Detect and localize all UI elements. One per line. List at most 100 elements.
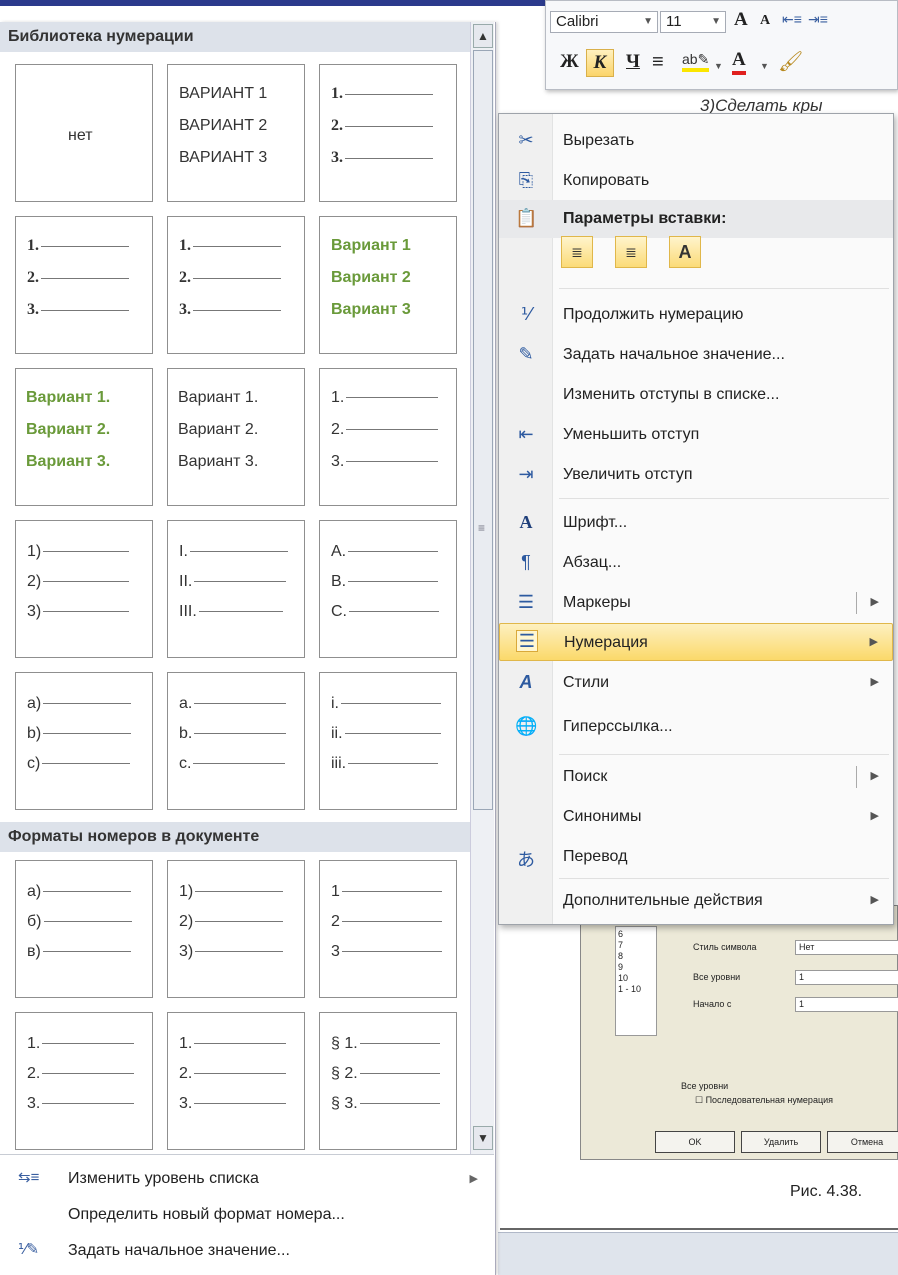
chevron-down-icon[interactable]: ▼: [760, 61, 769, 71]
decrease-indent-icon[interactable]: ⇤≡: [782, 11, 802, 28]
paragraph-icon: ¶: [521, 552, 531, 572]
menu-item-decrease-indent[interactable]: ⇤ Уменьшить отступ: [499, 416, 893, 454]
numbering-gallery: Библиотека нумерации нет ВАРИАНТ 1 ВАРИА…: [0, 22, 496, 1275]
menu-item-set-start-value[interactable]: ✎ Задать начальное значение...: [499, 336, 893, 374]
start-field[interactable]: 1: [795, 997, 898, 1012]
menu-item-font[interactable]: A Шрифт...: [499, 504, 893, 542]
numbering-decimal-plain[interactable]: 1. 2. 3.: [319, 368, 457, 506]
divider: [559, 498, 889, 499]
all-levels-group-label: Все уровни: [681, 1081, 729, 1091]
gallery-scrollbar[interactable]: ▲ ≡ ▼: [470, 22, 494, 1154]
numbering-alpha-upper[interactable]: A. B. C.: [319, 520, 457, 658]
menu-item-continue-numbering[interactable]: ⅟ Продолжить нумерацию: [499, 296, 893, 334]
menu-item-search[interactable]: Поиск ▶: [499, 758, 893, 796]
chevron-down-icon[interactable]: ▼: [714, 61, 723, 71]
scroll-thumb[interactable]: ≡: [473, 50, 493, 810]
numbering-alpha-lower-dot[interactable]: a. b. c.: [167, 672, 305, 810]
divider: [559, 288, 889, 289]
start-label: Начало с: [693, 999, 732, 1009]
numbering-num-dot-a[interactable]: 1. 2. 3.: [15, 1012, 153, 1150]
chevron-down-icon: ▼: [643, 16, 653, 27]
increase-indent-icon[interactable]: ⇥≡: [808, 11, 828, 28]
styles-icon: A: [519, 672, 533, 692]
menu-item-styles[interactable]: A Стили ▶: [499, 664, 893, 702]
menu-item-numbering[interactable]: ☰ Нумерация ▶: [499, 623, 893, 661]
numbering-variant-dot[interactable]: Вариант 1. Вариант 2. Вариант 3.: [167, 368, 305, 506]
numbering-icon: ☰: [516, 630, 538, 652]
bold-button[interactable]: Ж: [560, 51, 579, 73]
paste-continue-list-button[interactable]: ≣: [615, 236, 647, 268]
numbering-roman-upper[interactable]: I. II. III.: [167, 520, 305, 658]
clipboard-icon: 📋: [515, 208, 538, 228]
menu-item-paragraph[interactable]: ¶ Абзац...: [499, 544, 893, 582]
menu-item-cut[interactable]: ✂ Вырезать: [499, 122, 893, 160]
underline-button[interactable]: Ч: [626, 51, 640, 73]
cancel-button[interactable]: Отмена: [827, 1131, 898, 1153]
numbering-green-variant[interactable]: Вариант 1 Вариант 2 Вариант 3: [319, 216, 457, 354]
consecutive-checkbox[interactable]: ☐ Последовательная нумерация: [695, 1095, 833, 1106]
numbering-decimal-serif-b[interactable]: 1. 2. 3.: [167, 216, 305, 354]
context-menu: ✂ Вырезать ⎘ Копировать 📋 Параметры вста…: [498, 113, 894, 925]
font-size-box[interactable]: 11 ▼: [660, 11, 726, 33]
scissors-icon: ✂: [518, 130, 534, 150]
divider: [559, 878, 889, 879]
menu-item-more-actions[interactable]: Дополнительные действия ▶: [499, 882, 893, 920]
ok-button[interactable]: OK: [655, 1131, 735, 1153]
divider: [0, 1154, 494, 1155]
char-style-field[interactable]: Нет: [795, 940, 898, 955]
format-painter-icon[interactable]: 🖌: [778, 49, 803, 74]
define-number-format-item[interactable]: Определить новый формат номера...: [0, 1198, 494, 1234]
menu-item-hyperlink[interactable]: 🌐 Гиперссылка...: [499, 708, 893, 746]
numbering-decimal-serif-a[interactable]: 1. 2. 3.: [15, 216, 153, 354]
divider: [559, 754, 889, 755]
shrink-font-button[interactable]: A: [760, 13, 770, 29]
numbering-paren[interactable]: 1) 2) 3): [15, 520, 153, 658]
globe-link-icon: 🌐: [515, 716, 538, 736]
numbering-cyr-paren[interactable]: а) б) в): [15, 860, 153, 998]
numbering-section[interactable]: § 1. § 2. § 3.: [319, 1012, 457, 1150]
align-center-icon[interactable]: ≡: [652, 51, 664, 74]
menu-item-translate[interactable]: あ Перевод: [499, 838, 893, 876]
paste-text-only-button[interactable]: A: [669, 236, 701, 268]
menu-item-bullets[interactable]: ☰ Маркеры ▶: [499, 584, 893, 622]
all-levels-field[interactable]: 1: [795, 970, 898, 985]
submenu-arrow-icon[interactable]: ▶: [871, 769, 879, 782]
set-value-icon: ⅟✎: [18, 1241, 40, 1258]
menu-item-synonyms[interactable]: Синонимы ▶: [499, 798, 893, 836]
grow-font-button[interactable]: A: [734, 9, 748, 31]
paste-options-header: 📋 Параметры вставки:: [499, 200, 893, 238]
list-format-dialog: 6 7 8 9 10 1 - 10 Стиль символа Нет Все …: [580, 905, 898, 1160]
submenu-arrow-icon: ▶: [870, 894, 879, 906]
grip-icon: ≡: [478, 521, 486, 535]
scroll-down-button[interactable]: ▼: [473, 1126, 493, 1150]
highlight-button[interactable]: ab✎: [682, 51, 710, 72]
submenu-arrow-icon[interactable]: ▶: [871, 595, 879, 608]
all-levels-label: Все уровни: [693, 972, 741, 982]
numbering-num-dot-b[interactable]: 1. 2. 3.: [167, 1012, 305, 1150]
font-color-button[interactable]: A: [732, 49, 746, 75]
numbering-green-variant-dot[interactable]: Вариант 1. Вариант 2. Вариант 3.: [15, 368, 153, 506]
paste-merge-list-button[interactable]: ≣: [561, 236, 593, 268]
numbering-none[interactable]: нет: [15, 64, 153, 202]
numbering-decimal-bold[interactable]: 1. 2. 3.: [319, 64, 457, 202]
menu-item-copy[interactable]: ⎘ Копировать: [499, 162, 893, 200]
submenu-arrow-icon: ▶: [870, 810, 879, 822]
change-list-level-item[interactable]: ⇆≡ Изменить уровень списка ▶: [0, 1162, 494, 1198]
numbering-alpha-lower-paren[interactable]: a) b) c): [15, 672, 153, 810]
delete-button[interactable]: Удалить: [741, 1131, 821, 1153]
numbering-num-plain[interactable]: 1 2 3: [319, 860, 457, 998]
italic-button[interactable]: К: [586, 49, 614, 77]
numbering-variant-caps[interactable]: ВАРИАНТ 1 ВАРИАНТ 2 ВАРИАНТ 3: [167, 64, 305, 202]
numbering-num-paren[interactable]: 1) 2) 3): [167, 860, 305, 998]
scroll-up-button[interactable]: ▲: [473, 24, 493, 48]
set-start-value-item[interactable]: ⅟✎ Задать начальное значение...: [0, 1234, 494, 1270]
menu-item-adjust-indents[interactable]: Изменить отступы в списке...: [499, 376, 893, 414]
level-list[interactable]: 6 7 8 9 10 1 - 10: [615, 926, 657, 1036]
numbering-roman-lower[interactable]: i. ii. iii.: [319, 672, 457, 810]
document-formats-header: Форматы номеров в документе: [0, 822, 470, 852]
font-name-box[interactable]: Calibri ▼: [550, 11, 658, 33]
set-value-icon: ✎: [518, 344, 534, 364]
submenu-arrow-icon: ▶: [870, 676, 879, 688]
status-bar: [498, 1232, 898, 1275]
menu-item-increase-indent[interactable]: ⇥ Увеличить отступ: [499, 456, 893, 494]
